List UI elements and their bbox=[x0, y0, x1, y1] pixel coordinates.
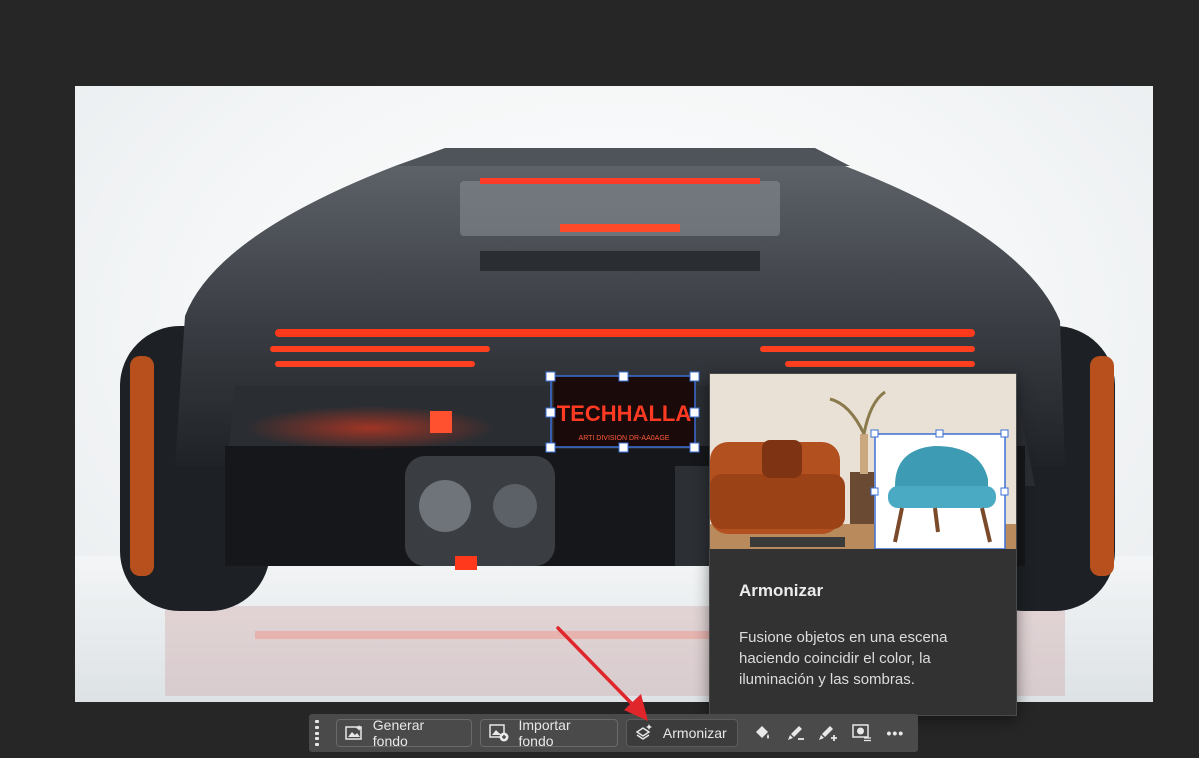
tooltip-preview-image bbox=[710, 374, 1016, 549]
import-background-button[interactable]: Importar fondo bbox=[479, 717, 618, 749]
harmonize-button[interactable]: Armonizar bbox=[625, 719, 738, 747]
brush-add-icon[interactable] bbox=[812, 719, 845, 747]
license-plate-text: TECHHALLA bbox=[557, 401, 692, 426]
harmonize-icon bbox=[635, 724, 653, 742]
mask-options-icon[interactable] bbox=[845, 719, 878, 747]
import-background-label: Importar fondo bbox=[518, 717, 571, 749]
grip-icon[interactable] bbox=[312, 720, 322, 746]
brush-subtract-icon[interactable] bbox=[779, 719, 812, 747]
tooltip-title: Armonizar bbox=[739, 581, 824, 600]
more-icon[interactable]: ••• bbox=[879, 719, 912, 747]
license-plate-subtext: ARTI DIVISION DR-AA0AGE bbox=[579, 435, 670, 442]
contextual-task-bar: Generar fondo Importar fondo Armonizar •… bbox=[309, 714, 918, 752]
generate-background-button[interactable]: Generar fondo bbox=[335, 717, 472, 749]
import-background-icon bbox=[488, 724, 509, 742]
harmonize-label: Armonizar bbox=[662, 725, 727, 741]
generate-background-icon bbox=[345, 725, 363, 741]
tooltip-description: Fusione objetos en una escena haciendo c… bbox=[739, 629, 948, 688]
generate-background-label: Generar fondo bbox=[372, 717, 425, 749]
fill-bucket-icon[interactable] bbox=[746, 719, 779, 747]
harmonize-tooltip: Armonizar Fusione objetos en una escena … bbox=[709, 373, 1017, 716]
